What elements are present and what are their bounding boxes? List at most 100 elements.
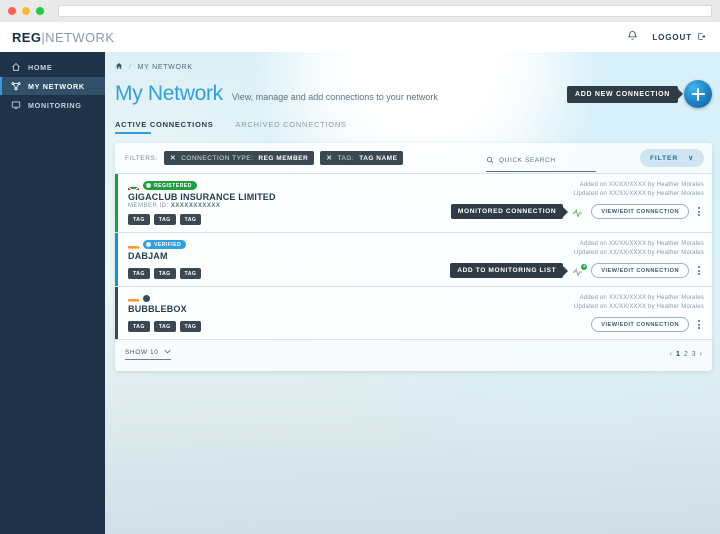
- add-new-connection-button[interactable]: [684, 80, 712, 108]
- filter-bar: FILTERS: ✕ CONNECTION TYPE: REG MEMBER ✕…: [115, 143, 712, 173]
- status-badge: REGISTERED: [143, 181, 197, 190]
- browser-window: REG|NETWORK LOGOUT HOME MY NETWORK MONIT…: [0, 0, 720, 534]
- member-id-value: XXXXXXXXXXX: [170, 203, 221, 209]
- row-details: VERIFIED DABJAM TAG TAG TAG: [128, 240, 414, 279]
- card-footer: SHOW 10 ‹ 1 2 3 ›: [115, 339, 712, 372]
- url-bar[interactable]: [58, 5, 712, 17]
- sidebar-item-my-network[interactable]: MY NETWORK: [0, 77, 105, 95]
- added-on-text: Added on XX/XX/XXXX by Heather Morales: [579, 241, 704, 247]
- pagination-page-1[interactable]: 1: [676, 351, 680, 358]
- connections-card: FILTERS: ✕ CONNECTION TYPE: REG MEMBER ✕…: [115, 143, 712, 372]
- tag-chip[interactable]: TAG: [179, 268, 202, 279]
- monitored-connection-tooltip: MONITORED CONNECTION: [450, 204, 564, 220]
- add-to-monitoring-list-tooltip: ADD TO MONITORING LIST: [450, 263, 564, 279]
- row-meta: Added on XX/XX/XXXX by Heather Morales U…: [574, 181, 704, 198]
- updated-on-text: Updated on XX/XX/XXXX by Heather Morales: [573, 190, 704, 197]
- more-vertical-icon[interactable]: [694, 264, 704, 277]
- tab-label: ACTIVE CONNECTIONS: [115, 120, 214, 129]
- tag-chip[interactable]: TAG: [128, 321, 150, 332]
- home-icon[interactable]: [115, 62, 123, 72]
- home-icon: [10, 62, 21, 73]
- logout-arrow-icon: [697, 32, 706, 43]
- brand-light: NETWORK: [45, 29, 115, 45]
- more-vertical-icon[interactable]: [694, 318, 704, 331]
- tag-chip[interactable]: TAG: [179, 321, 202, 332]
- tag-chip[interactable]: TAG: [128, 214, 150, 225]
- add-new-connection-tooltip: ADD NEW CONNECTION: [566, 85, 678, 103]
- tab-label: ARCHIVED CONNECTIONS: [235, 120, 347, 129]
- window-minimize-button[interactable]: [22, 7, 30, 15]
- tab-archived-connections[interactable]: ARCHIVED CONNECTIONS: [236, 120, 347, 134]
- connection-name: GIGACLUB INSURANCE LIMITED: [128, 192, 276, 202]
- row-actions-area: Added on XX/XX/XXXX by Heather Morales U…: [414, 181, 704, 225]
- view-edit-connection-button[interactable]: VIEW/EDIT CONNECTION: [591, 263, 689, 279]
- window-close-button[interactable]: [8, 7, 16, 15]
- status-badge-label: REGISTERED: [154, 182, 192, 189]
- tag-chip[interactable]: TAG: [153, 321, 176, 332]
- tag-chip[interactable]: TAG: [179, 214, 202, 225]
- search-input[interactable]: [499, 156, 596, 164]
- pagination-page-2[interactable]: 2: [684, 351, 688, 358]
- page-subtitle: View, manage and add connections to your…: [231, 92, 438, 102]
- close-icon[interactable]: ✕: [170, 154, 176, 162]
- sidebar-item-label: MONITORING: [28, 100, 82, 110]
- filter-button-label: FILTER: [649, 154, 679, 162]
- row-actions-area: Added on XX/XX/XXXX by Heather Morales U…: [414, 240, 704, 279]
- app-body: HOME MY NETWORK MONITORING / MY NETWORK …: [0, 52, 720, 534]
- status-dot-icon: [146, 242, 151, 247]
- brand-logo: REG|NETWORK: [12, 30, 114, 45]
- filter-chip-tag[interactable]: ✕ TAG: TAG NAME: [320, 151, 404, 165]
- view-edit-connection-button[interactable]: VIEW/EDIT CONNECTION: [591, 204, 689, 220]
- sidebar-item-monitoring[interactable]: MONITORING: [0, 96, 105, 114]
- tag-list: TAG TAG TAG: [128, 214, 414, 225]
- table-row[interactable]: REGISTERED GIGACLUB INSURANCE LIMITED ME…: [115, 173, 712, 232]
- pagination-page-3[interactable]: 3: [692, 351, 696, 358]
- tab-active-connections[interactable]: ACTIVE CONNECTIONS: [115, 120, 214, 134]
- app-top-bar: REG|NETWORK LOGOUT: [0, 22, 720, 52]
- filter-chip-connection-type[interactable]: ✕ CONNECTION TYPE: REG MEMBER: [163, 151, 315, 165]
- pulse-icon[interactable]: [572, 206, 586, 218]
- table-row[interactable]: VERIFIED DABJAM TAG TAG TAG Added on XX/…: [115, 232, 712, 286]
- window-zoom-button[interactable]: [36, 7, 44, 15]
- chevron-down-icon: ∨: [688, 155, 694, 162]
- monitor-icon: [10, 100, 21, 111]
- breadcrumb: / MY NETWORK: [105, 52, 720, 72]
- table-row[interactable]: BUBBLEBOX TAG TAG TAG Added on XX/XX/XXX…: [115, 286, 712, 340]
- top-bar-actions: LOGOUT: [627, 28, 706, 46]
- chip-key: CONNECTION TYPE:: [181, 154, 254, 162]
- row-actions: ADD TO MONITORING LIST + VIEW/EDIT CONNE…: [450, 263, 704, 279]
- view-edit-connection-button[interactable]: VIEW/EDIT CONNECTION: [591, 317, 689, 333]
- pagination: ‹ 1 2 3 ›: [670, 351, 702, 358]
- tag-chip[interactable]: TAG: [128, 268, 150, 279]
- filter-button[interactable]: FILTER ∨: [639, 149, 704, 167]
- row-badges: VERIFIED: [128, 240, 414, 249]
- logout-button[interactable]: LOGOUT: [652, 32, 706, 43]
- sidebar-item-home[interactable]: HOME: [0, 58, 105, 76]
- show-count-select[interactable]: SHOW 10: [125, 349, 172, 361]
- pagination-next[interactable]: ›: [700, 351, 702, 358]
- bell-icon[interactable]: [627, 28, 638, 46]
- close-icon[interactable]: ✕: [326, 154, 332, 162]
- status-badge-label: VERIFIED: [154, 241, 182, 248]
- tag-chip[interactable]: TAG: [153, 268, 176, 279]
- sidebar-item-label: HOME: [28, 62, 53, 72]
- sidebar-item-label: MY NETWORK: [28, 81, 85, 91]
- pagination-prev[interactable]: ‹: [670, 351, 672, 358]
- row-actions: VIEW/EDIT CONNECTION: [591, 317, 704, 333]
- pulse-plus-icon[interactable]: +: [572, 263, 588, 277]
- brand-bold: REG: [12, 29, 42, 45]
- chip-key: TAG:: [337, 154, 355, 162]
- row-details: REGISTERED GIGACLUB INSURANCE LIMITED ME…: [128, 181, 414, 225]
- row-actions: MONITORED CONNECTION VIEW/EDIT CONNECTIO…: [450, 204, 704, 220]
- row-meta: Added on XX/XX/XXXX by Heather Morales U…: [574, 294, 704, 311]
- more-vertical-icon[interactable]: [694, 205, 704, 218]
- added-on-text: Added on XX/XX/XXXX by Heather Morales: [579, 295, 704, 301]
- logout-label: LOGOUT: [652, 32, 692, 42]
- row-meta: Added on XX/XX/XXXX by Heather Morales U…: [574, 240, 704, 257]
- flag-india-icon: [128, 241, 139, 249]
- breadcrumb-current: MY NETWORK: [137, 63, 193, 71]
- tag-chip[interactable]: TAG: [153, 214, 176, 225]
- network-nodes-icon: [10, 81, 21, 92]
- chip-value: TAG NAME: [359, 154, 398, 162]
- quick-search[interactable]: [486, 151, 596, 172]
